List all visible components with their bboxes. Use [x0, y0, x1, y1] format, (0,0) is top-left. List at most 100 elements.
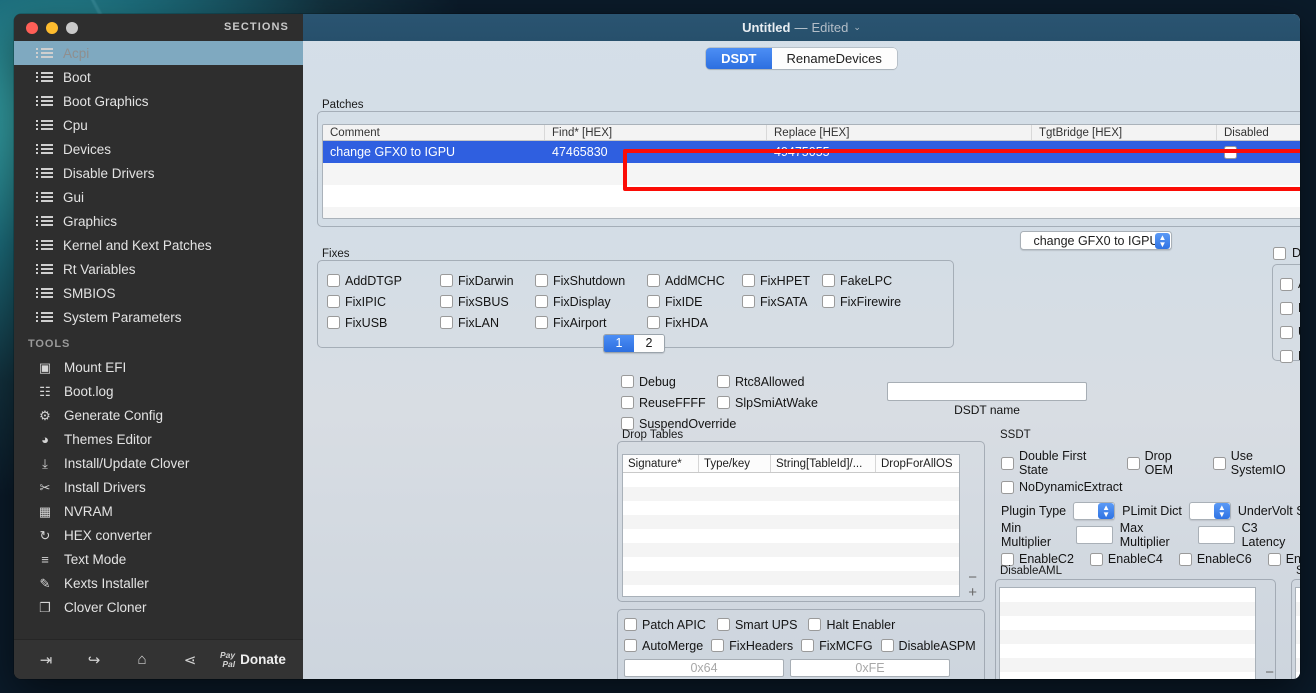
sidebar-item-devices[interactable]: Devices	[14, 137, 303, 161]
checkbox-fixdarwin[interactable]: FixDarwin	[440, 274, 535, 288]
checkbox-hdmi[interactable]: HDMI	[1280, 301, 1300, 315]
max-multiplier-input[interactable]	[1197, 526, 1235, 544]
sidebar-item-boot[interactable]: Boot	[14, 65, 303, 89]
plugin-type-select[interactable]: ▲ ▼	[1073, 502, 1116, 520]
checkbox-rtc8allowed[interactable]: Rtc8Allowed	[717, 375, 804, 389]
checkbox-fixide[interactable]: FixIDE	[647, 295, 742, 309]
dsdt-name-input[interactable]	[887, 382, 1087, 401]
window-controls[interactable]	[26, 21, 78, 34]
checkbox-enablec6[interactable]: EnableC6	[1178, 552, 1252, 566]
tab-renamedevices[interactable]: RenameDevices	[771, 48, 897, 69]
minimize-button[interactable]	[46, 21, 58, 34]
checkbox-fixhda[interactable]: FixHDA	[647, 316, 742, 330]
table-row[interactable]	[623, 515, 959, 529]
table-row[interactable]	[623, 571, 959, 585]
tab-dsdt[interactable]: DSDT	[706, 48, 772, 69]
fixes-page-1[interactable]: 1	[604, 335, 634, 352]
checkbox-fixdisplay[interactable]: FixDisplay	[535, 295, 647, 309]
checkbox-fixsbus[interactable]: FixSBUS	[440, 295, 535, 309]
sidebar-item-gui[interactable]: Gui	[14, 185, 303, 209]
fixes-page-2[interactable]: 2	[634, 335, 664, 352]
checkbox-reuseffff[interactable]: ReuseFFFF	[621, 396, 717, 410]
checkbox-addmchc[interactable]: AddMCHC	[647, 274, 742, 288]
checkbox-enablec4[interactable]: EnableC4	[1089, 552, 1163, 566]
checkbox-patch-apic[interactable]: Patch APIC	[624, 618, 706, 632]
patch-select[interactable]: change GFX0 to IGPU ▲ ▼	[1020, 231, 1172, 250]
table-row[interactable]	[623, 473, 959, 487]
checkbox-adddtgp[interactable]: AddDTGP	[327, 274, 440, 288]
home-icon[interactable]: ⌂	[118, 651, 166, 668]
table-row[interactable]: change GFX0 to IGPU 47465830 49475055	[323, 141, 1300, 163]
checkbox-fixsata[interactable]: FixSATA	[742, 295, 822, 309]
sidebar-item-themes-editor[interactable]: ◕ Themes Editor	[14, 427, 303, 451]
checkbox-double-first-state[interactable]: Double First State	[1001, 449, 1115, 477]
checkbox-disableaspm[interactable]: DisableASPM	[880, 639, 976, 653]
checkbox-fixhpet[interactable]: FixHPET	[742, 274, 822, 288]
remove-aml-button[interactable]: −	[1265, 665, 1274, 679]
checkbox-nodynamicextract[interactable]: NoDynamicExtract	[1001, 480, 1123, 494]
reset-address-input[interactable]: 0x64	[624, 659, 784, 677]
sidebar-item-system-parameters[interactable]: System Parameters	[14, 305, 303, 329]
checkbox-slpsmiatwake[interactable]: SlpSmiAtWake	[717, 396, 818, 410]
donate-button[interactable]: Pay Pal Donate	[220, 651, 286, 668]
table-row[interactable]	[623, 557, 959, 571]
sidebar-item-rt-variables[interactable]: Rt Variables	[14, 257, 303, 281]
remove-drop-table-button[interactable]: −	[968, 570, 977, 585]
sidebar-item-clover-cloner[interactable]: ❐ Clover Cloner	[14, 595, 303, 619]
sorted-order-list[interactable]	[1295, 587, 1300, 679]
checkbox-smart-ups[interactable]: Smart UPS	[716, 618, 797, 632]
zoom-button[interactable]	[66, 21, 78, 34]
sidebar-item-mount-efi[interactable]: ▣ Mount EFI	[14, 355, 303, 379]
sidebar-item-kexts-installer[interactable]: ✎ Kexts Installer	[14, 571, 303, 595]
checkbox-debug[interactable]: Debug	[621, 375, 717, 389]
drop-tables-add-remove[interactable]: − +	[968, 570, 977, 600]
reset-value-input[interactable]: 0xFE	[790, 659, 950, 677]
checkbox-fixairport[interactable]: FixAirport	[535, 316, 647, 330]
table-row[interactable]	[623, 543, 959, 557]
disable-aml-list[interactable]	[999, 587, 1256, 679]
export-icon[interactable]: ↪	[70, 651, 118, 669]
table-row[interactable]	[323, 185, 1300, 207]
checkbox-fixfirewire[interactable]: FixFirewire	[822, 295, 901, 309]
checkbox-enablec7[interactable]: EnableC7	[1267, 552, 1300, 566]
close-button[interactable]	[26, 21, 38, 34]
checkbox-drop-oem[interactable]: Drop OEM	[1126, 449, 1201, 477]
sidebar-item-nvram[interactable]: ▦ NVRAM	[14, 499, 303, 523]
import-icon[interactable]: ⇥	[22, 651, 70, 669]
checkbox-use-systemio[interactable]: Use SystemIO	[1212, 449, 1300, 477]
sidebar-item-acpi[interactable]: Acpi	[14, 41, 303, 65]
checkbox-usb[interactable]: USB	[1280, 325, 1300, 339]
sidebar-item-disable-drivers[interactable]: Disable Drivers	[14, 161, 303, 185]
plimit-dict-select[interactable]: ▲ ▼	[1188, 502, 1231, 520]
disable-aml-add-remove[interactable]: − +	[1265, 665, 1274, 679]
checkbox-automerge[interactable]: AutoMerge	[624, 639, 703, 653]
chevron-down-icon[interactable]: ⌄	[853, 22, 861, 33]
stepper-icon[interactable]: ▲ ▼	[1155, 233, 1170, 249]
checkbox-fixipic[interactable]: FixIPIC	[327, 295, 440, 309]
sidebar-item-generate-config[interactable]: ⚙ Generate Config	[14, 403, 303, 427]
table-row[interactable]	[623, 529, 959, 543]
sidebar-item-kernel-and-kext-patches[interactable]: Kernel and Kext Patches	[14, 233, 303, 257]
patches-table[interactable]: Comment Find* [HEX] Replace [HEX] TgtBri…	[322, 124, 1300, 219]
table-row[interactable]	[323, 163, 1300, 185]
table-row[interactable]	[623, 501, 959, 515]
sidebar-item-smbios[interactable]: SMBIOS	[14, 281, 303, 305]
drop-oem-dsm-checkbox[interactable]: Drop OEM _DSM	[1273, 246, 1300, 260]
checkbox-fixheaders[interactable]: FixHeaders	[711, 639, 793, 653]
checkbox-ati[interactable]: ATI	[1280, 277, 1300, 291]
sidebar-item-cpu[interactable]: Cpu	[14, 113, 303, 137]
sidebar-item-install-drivers[interactable]: ✂ Install Drivers	[14, 475, 303, 499]
sidebar-item-install-update-clover[interactable]: ⤓ Install/Update Clover	[14, 451, 303, 475]
checkbox-fixshutdown[interactable]: FixShutdown	[535, 274, 647, 288]
checkbox-fixusb[interactable]: FixUSB	[327, 316, 440, 330]
checkbox-enablec2[interactable]: EnableC2	[1001, 552, 1074, 566]
sidebar-item-hex-converter[interactable]: ↻ HEX converter	[14, 523, 303, 547]
checkbox-fixlan[interactable]: FixLAN	[440, 316, 535, 330]
checkbox-halt-enabler[interactable]: Halt Enabler	[808, 618, 895, 632]
table-row[interactable]	[323, 207, 1300, 218]
checkbox-fakelpc[interactable]: FakeLPC	[822, 274, 892, 288]
add-drop-table-button[interactable]: +	[968, 585, 977, 600]
share-icon[interactable]: ⋖	[166, 651, 214, 669]
table-row[interactable]	[623, 487, 959, 501]
min-multiplier-input[interactable]	[1075, 526, 1113, 544]
